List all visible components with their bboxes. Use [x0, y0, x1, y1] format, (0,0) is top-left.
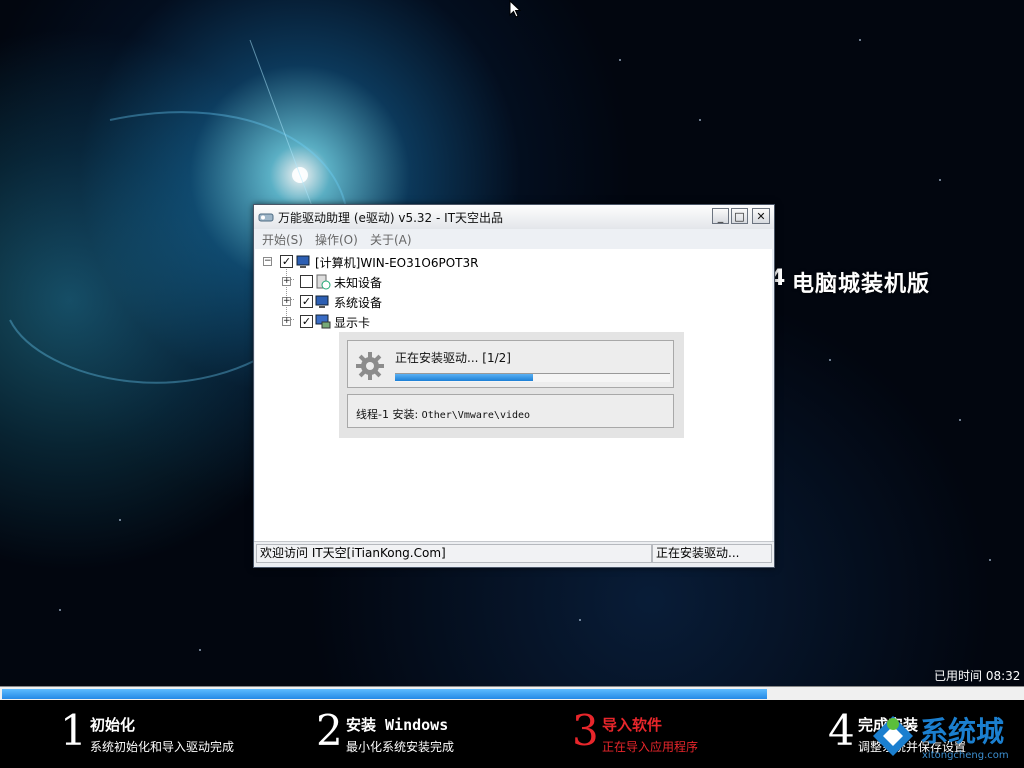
thread-prefix: 线程-1 安装:: [356, 408, 419, 421]
tree-row-display[interactable]: + ✓ 显示卡: [255, 313, 555, 331]
elapsed-label: 已用时间: [934, 669, 983, 683]
step-desc: 正在导入应用程序: [602, 740, 699, 754]
expand-icon[interactable]: +: [282, 277, 291, 286]
menu-operate[interactable]: 操作(O): [315, 231, 358, 248]
elapsed-time: 已用时间 08:32: [934, 667, 1020, 684]
status-bar: 欢迎访问 IT天空[iTianKong.Com] 正在安装驱动...: [254, 541, 774, 566]
progress-box: 正在安装驱动... [1/2]: [347, 340, 674, 388]
progress-label: 正在安装驱动... [1/2]: [395, 351, 511, 365]
watermark-subtext: xitongcheng.com: [922, 750, 1009, 761]
menu-start[interactable]: 开始(S): [262, 231, 303, 248]
gear-icon: [356, 352, 384, 380]
status-left: 欢迎访问 IT天空[iTianKong.Com]: [256, 544, 652, 563]
tree-row-system[interactable]: + ✓ 系统设备: [255, 293, 555, 311]
status-right: 正在安装驱动...: [652, 544, 772, 563]
step-title: 导入软件: [602, 716, 663, 734]
step-number: 4: [828, 706, 855, 755]
system-device-checkbox[interactable]: ✓: [300, 295, 313, 308]
step-number: 2: [316, 706, 343, 755]
install-progress-panel: 正在安装驱动... [1/2] 线程-1 安装: Other\Vmware\vi…: [339, 332, 684, 438]
maximize-button[interactable]: □: [731, 208, 748, 224]
expand-icon[interactable]: +: [282, 297, 291, 306]
driver-progress-bar: [395, 373, 670, 382]
install-progress-bar: [0, 686, 1024, 701]
step-2: 2 安装 Windows 最小化系统安装完成: [316, 706, 536, 762]
display-adapter-label: 显示卡: [334, 316, 371, 330]
display-adapter-icon: [315, 314, 331, 329]
app-icon: [258, 213, 274, 222]
driver-assistant-window: 万能驱动助理 (e驱动) v5.32 - IT天空出品 _ □ ✕ 开始(S) …: [253, 204, 775, 568]
mouse-cursor-icon: [509, 0, 522, 18]
thread-path: Other\Vmware\video: [421, 410, 531, 421]
window-titlebar[interactable]: 万能驱动助理 (e驱动) v5.32 - IT天空出品 _ □ ✕: [254, 205, 774, 230]
computer-checkbox[interactable]: ✓: [280, 255, 293, 268]
tree-row-computer[interactable]: − ✓ [计算机]WIN-EO31O6POT3R: [255, 253, 555, 271]
collapse-icon[interactable]: −: [263, 257, 272, 266]
step-title: 初始化: [90, 716, 136, 734]
brand-text: 电脑城装机版: [792, 272, 931, 297]
watermark: 系统城 xitongcheng.com: [868, 706, 1024, 768]
unknown-device-icon: [316, 274, 331, 290]
thread-label: 线程-1 安装: Other\Vmware\video: [356, 406, 530, 422]
step-title: 安装 Windows: [346, 716, 449, 734]
system-device-icon: [315, 295, 329, 308]
watermark-text: 系统城: [920, 715, 1005, 748]
watermark-logo-icon: [873, 716, 913, 756]
step-number: 3: [572, 706, 599, 755]
unknown-device-checkbox[interactable]: [300, 275, 313, 288]
tree-row-unknown[interactable]: + 未知设备: [255, 273, 555, 291]
step-3: 3 导入软件 正在导入应用程序: [572, 706, 792, 762]
thread-box: 线程-1 安装: Other\Vmware\video: [347, 394, 674, 428]
system-device-label: 系统设备: [334, 296, 383, 310]
unknown-device-label: 未知设备: [334, 276, 383, 290]
close-button[interactable]: ✕: [752, 208, 770, 224]
computer-icon: [296, 255, 310, 268]
menu-bar: 开始(S) 操作(O) 关于(A): [254, 229, 774, 249]
step-1: 1 初始化 系统初始化和导入驱动完成: [60, 706, 280, 762]
step-desc: 最小化系统安装完成: [346, 740, 455, 754]
install-progress-fill: [2, 689, 767, 699]
driver-progress-fill: [395, 374, 533, 381]
display-adapter-checkbox[interactable]: ✓: [300, 315, 313, 328]
step-desc: 系统初始化和导入驱动完成: [90, 740, 235, 754]
device-tree-panel: − ✓ [计算机]WIN-EO31O6POT3R + 未知设备 + ✓ 系统设备…: [255, 249, 772, 541]
menu-about[interactable]: 关于(A): [370, 231, 412, 248]
step-number: 1: [60, 706, 87, 755]
elapsed-value: 08:32: [985, 669, 1021, 683]
window-title: 万能驱动助理 (e驱动) v5.32 - IT天空出品: [278, 211, 504, 225]
computer-label: [计算机]WIN-EO31O6POT3R: [315, 256, 479, 270]
minimize-button[interactable]: _: [712, 208, 729, 224]
expand-icon[interactable]: +: [282, 317, 291, 326]
